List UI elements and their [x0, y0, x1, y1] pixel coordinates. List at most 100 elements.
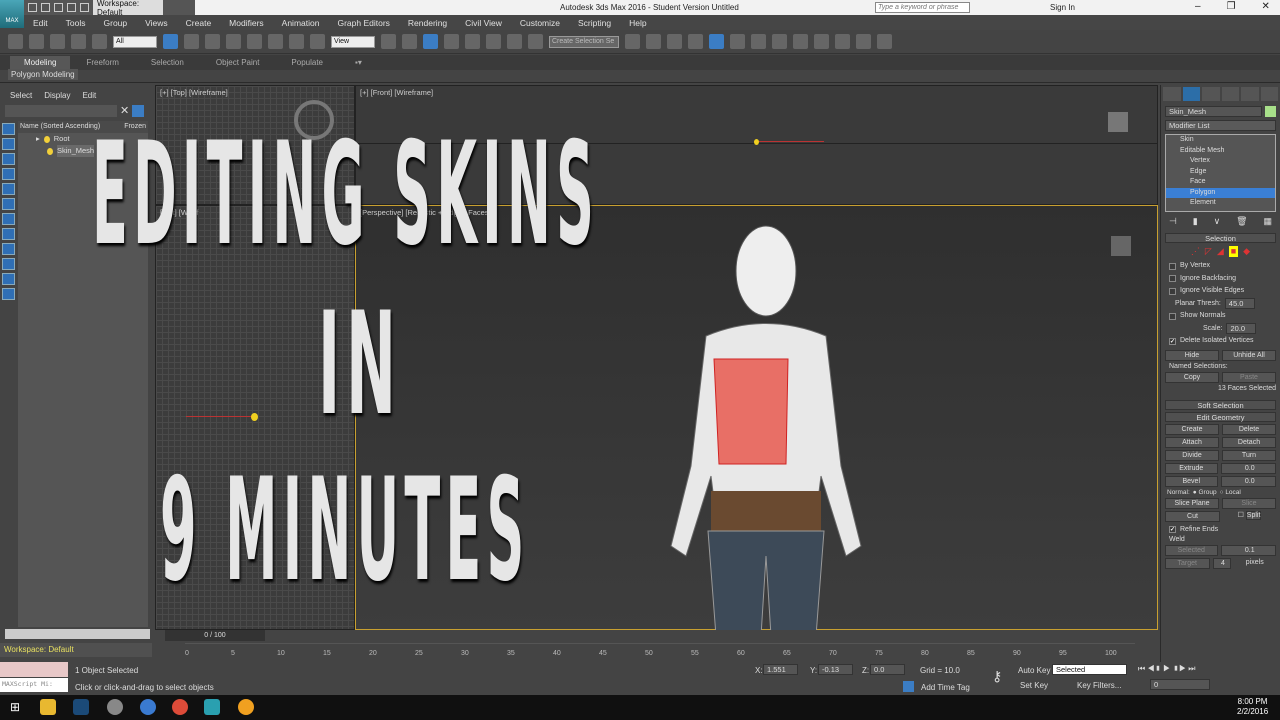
- maxscript-mini-input[interactable]: MAXScript Mi:: [0, 678, 68, 692]
- app-icon[interactable]: [238, 699, 254, 715]
- clock-time[interactable]: 8:00 PM: [1238, 697, 1268, 706]
- stack-item-face[interactable]: Face: [1166, 177, 1275, 188]
- delete-button[interactable]: Delete: [1222, 423, 1276, 435]
- name-column-header[interactable]: Name (Sorted Ascending): [20, 123, 100, 131]
- viewport-label[interactable]: [Left] [Wiref: [160, 208, 198, 217]
- display-hidden-icon[interactable]: [2, 288, 15, 300]
- ribbon-options-icon[interactable]: ▪▾: [339, 58, 378, 67]
- app-logo[interactable]: MAX: [0, 0, 24, 28]
- viewcube-icon[interactable]: [1108, 112, 1128, 132]
- edge-mode-icon[interactable]: ◸: [1205, 246, 1212, 257]
- key-filters-button[interactable]: Key Filters...: [1077, 681, 1121, 690]
- bind-space-warp-icon[interactable]: [92, 34, 107, 49]
- auto-key-button[interactable]: Auto Key: [1018, 666, 1050, 675]
- select-object-icon[interactable]: [163, 34, 178, 49]
- scale-icon[interactable]: [289, 34, 304, 49]
- rectangular-selection-icon[interactable]: [205, 34, 220, 49]
- playback-controls[interactable]: ⏮ ◀▮ ▶ ▮▶ ⏭: [1138, 664, 1196, 674]
- menu-rendering[interactable]: Rendering: [399, 18, 456, 28]
- menu-group[interactable]: Group: [95, 18, 137, 28]
- redo-icon[interactable]: [29, 34, 44, 49]
- window-crossing-icon[interactable]: [226, 34, 241, 49]
- expand-icon[interactable]: ▸: [36, 133, 40, 145]
- reference-coordinate-dropdown[interactable]: View: [331, 35, 375, 48]
- show-normals-checkbox[interactable]: Show Normals: [1161, 310, 1280, 323]
- pin-stack-icon[interactable]: ⊣: [1169, 216, 1177, 227]
- weld-selected-button[interactable]: Selected: [1165, 545, 1218, 556]
- motion-tab-icon[interactable]: [1221, 87, 1239, 101]
- paste-button[interactable]: Paste: [1222, 371, 1276, 383]
- clear-search-icon[interactable]: ✕: [120, 104, 129, 117]
- scene-menu-display[interactable]: Display: [44, 91, 70, 100]
- angle-snap-icon[interactable]: [465, 34, 480, 49]
- align-icon[interactable]: [646, 34, 661, 49]
- bevel-button[interactable]: Bevel: [1165, 475, 1218, 487]
- create-tab-icon[interactable]: [1163, 87, 1181, 101]
- stack-item-edge[interactable]: Edge: [1166, 167, 1275, 178]
- local-radio[interactable]: ○ Local: [1220, 489, 1241, 496]
- visibility-bulb-icon[interactable]: [43, 135, 50, 143]
- extrude-spinner[interactable]: 0.0: [1220, 462, 1276, 474]
- menu-tools[interactable]: Tools: [57, 18, 95, 28]
- edit-geometry-rollout-header[interactable]: Edit Geometry: [1165, 411, 1276, 422]
- viewport-front[interactable]: [+] [Front] [Wireframe]: [355, 85, 1158, 205]
- display-frozen-icon[interactable]: [2, 273, 15, 285]
- menu-views[interactable]: Views: [136, 18, 177, 28]
- scene-menu-select[interactable]: Select: [10, 91, 32, 100]
- save-icon[interactable]: [54, 3, 63, 12]
- render-setup-icon[interactable]: [793, 34, 808, 49]
- viewcube-icon[interactable]: [294, 100, 334, 140]
- material-editor-icon[interactable]: [772, 34, 787, 49]
- configure-modifier-sets-icon[interactable]: ▦: [1263, 216, 1272, 227]
- weld-threshold-spinner[interactable]: 0.1: [1220, 545, 1276, 556]
- create-button[interactable]: Create: [1165, 423, 1219, 435]
- undo-icon[interactable]: [67, 3, 76, 12]
- current-frame-field[interactable]: 0: [1150, 679, 1210, 690]
- edit-named-selection-icon[interactable]: [528, 34, 543, 49]
- face-mode-icon[interactable]: ◢: [1217, 246, 1224, 257]
- tab-populate[interactable]: Populate: [275, 58, 339, 67]
- percent-snap-icon[interactable]: [486, 34, 501, 49]
- stack-item-polygon[interactable]: Polygon: [1166, 187, 1275, 198]
- by-vertex-checkbox[interactable]: By Vertex: [1161, 260, 1280, 273]
- workspace-selector[interactable]: Workspace: Default: [0, 643, 152, 657]
- close-icon[interactable]: ✕: [1262, 1, 1270, 12]
- mirror-icon[interactable]: [625, 34, 640, 49]
- ignore-visible-edges-checkbox[interactable]: Ignore Visible Edges: [1161, 285, 1280, 298]
- viewport-top[interactable]: [+] [Top] [Wireframe]: [155, 85, 355, 205]
- file-explorer-icon[interactable]: [40, 699, 56, 715]
- ignore-backfacing-checkbox[interactable]: Ignore Backfacing: [1161, 273, 1280, 286]
- planar-thresh-spinner[interactable]: 45.0: [1224, 298, 1255, 310]
- maxscript-listener[interactable]: [0, 662, 68, 677]
- snap-toggle-icon[interactable]: [444, 34, 459, 49]
- x-coordinate-field[interactable]: 1.551: [763, 664, 798, 675]
- viewport-perspective[interactable]: [Perspective] [Realistic + Edged Faces]: [355, 205, 1158, 636]
- unlink-icon[interactable]: [71, 34, 86, 49]
- time-tag-icon[interactable]: [903, 681, 914, 692]
- render-cloud-icon[interactable]: [877, 34, 892, 49]
- start-icon[interactable]: ⊞: [10, 700, 20, 714]
- minimize-icon[interactable]: –: [1195, 1, 1201, 12]
- unhide-all-button[interactable]: Unhide All: [1222, 349, 1276, 361]
- scale-spinner[interactable]: 20.0: [1226, 323, 1257, 335]
- stack-item-skin[interactable]: Skin: [1166, 135, 1275, 146]
- rendered-frame-window-icon[interactable]: [814, 34, 829, 49]
- menu-edit[interactable]: Edit: [24, 18, 57, 28]
- render-iterative-icon[interactable]: [856, 34, 871, 49]
- target-pixels-spinner[interactable]: 4: [1212, 558, 1231, 569]
- horizontal-scrollbar[interactable]: [5, 629, 150, 639]
- new-icon[interactable]: [28, 3, 37, 12]
- make-unique-icon[interactable]: ∨: [1214, 216, 1221, 227]
- show-end-result-icon[interactable]: ▮: [1193, 216, 1198, 227]
- soft-selection-rollout-header[interactable]: Soft Selection: [1165, 399, 1276, 410]
- menu-animation[interactable]: Animation: [273, 18, 329, 28]
- set-key-button[interactable]: Set Key: [1020, 681, 1048, 690]
- element-mode-icon[interactable]: ◆: [1243, 246, 1250, 257]
- vertex-mode-icon[interactable]: ⋰: [1191, 246, 1200, 257]
- open-icon[interactable]: [41, 3, 50, 12]
- render-production-icon[interactable]: [835, 34, 850, 49]
- restore-icon[interactable]: ❐: [1227, 1, 1236, 12]
- selection-rollout-header[interactable]: Selection: [1165, 233, 1276, 243]
- menu-customize[interactable]: Customize: [511, 18, 569, 28]
- viewcube-icon[interactable]: [1111, 236, 1131, 256]
